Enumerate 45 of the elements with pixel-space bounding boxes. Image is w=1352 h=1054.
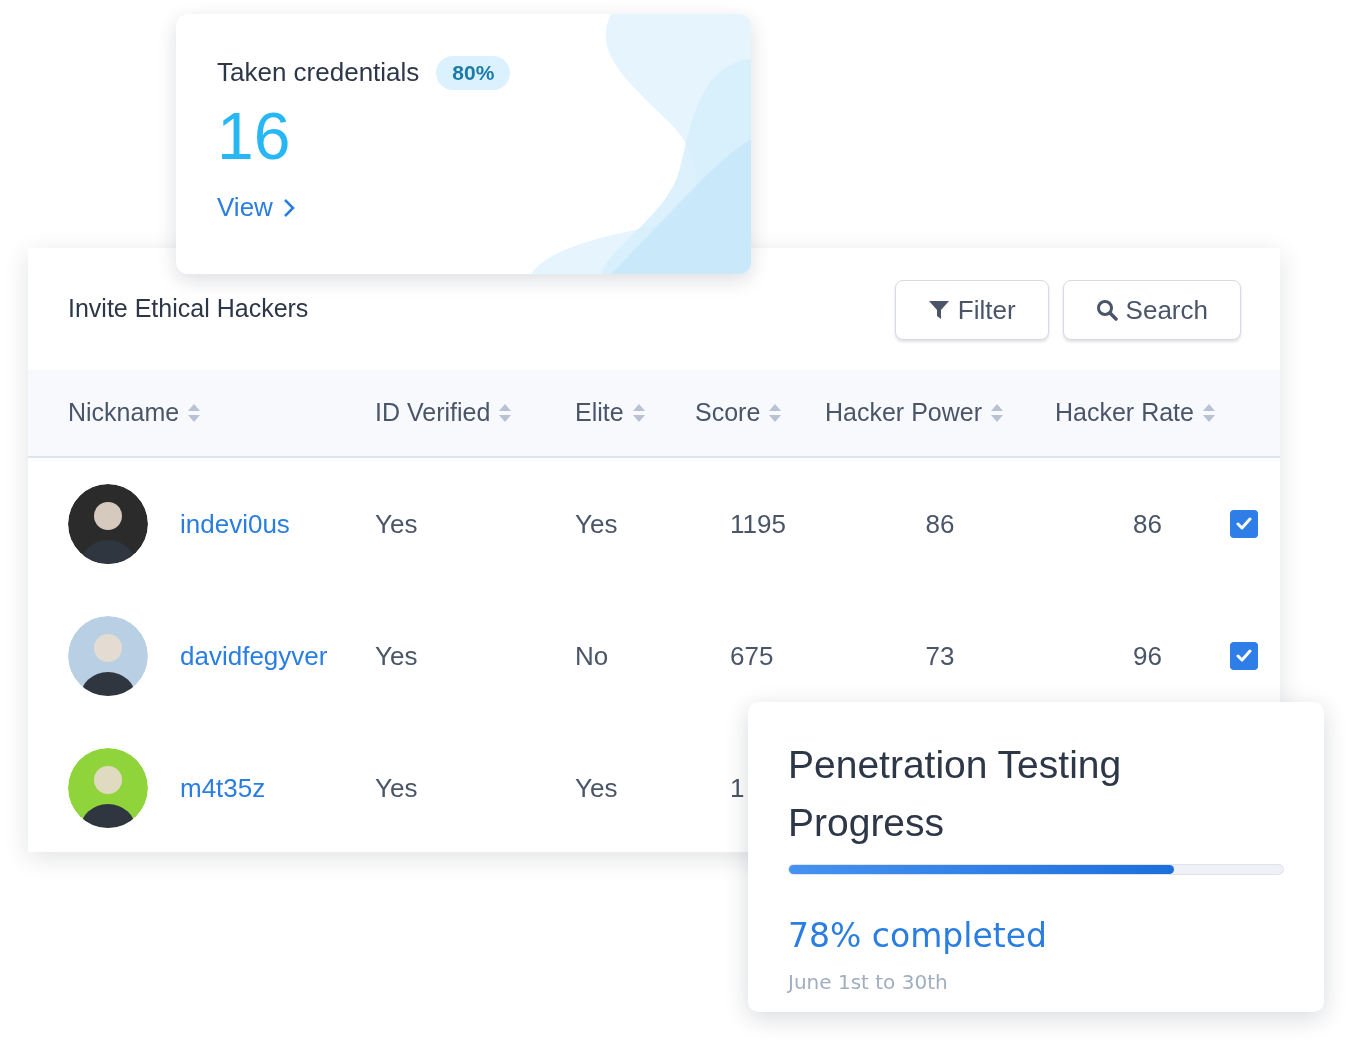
- date-range: June 1st to 30th: [788, 968, 948, 996]
- row-checkbox[interactable]: [1230, 642, 1258, 670]
- sort-icon[interactable]: [498, 403, 513, 423]
- progress-reading: 78% completed: [788, 915, 1047, 957]
- card-title: Invite Ethical Hackers: [68, 293, 309, 325]
- table-cell: 96: [1133, 640, 1162, 671]
- table-cell: No: [575, 640, 609, 671]
- checkmark-icon: [1236, 649, 1252, 663]
- table-cell: 73: [925, 640, 955, 671]
- card-title: Penetration Testing Progress: [788, 742, 1123, 846]
- table-cell: Yes: [575, 508, 618, 539]
- column-header[interactable]: Nickname: [68, 394, 375, 432]
- sort-icon[interactable]: [187, 403, 202, 423]
- filter-button[interactable]: Filter: [894, 280, 1049, 340]
- checkmark-icon: [1236, 517, 1252, 531]
- sort-icon[interactable]: [768, 403, 783, 423]
- table-cell: 86: [925, 508, 955, 539]
- card-title: Taken credentials: [217, 56, 420, 89]
- table-cell: Yes: [375, 772, 418, 803]
- nickname-link[interactable]: m4t35z: [180, 768, 266, 808]
- percent-badge: 80%: [436, 55, 511, 90]
- column-header[interactable]: Score: [695, 394, 825, 432]
- column-header[interactable]: Hacker Rate: [1055, 394, 1230, 432]
- view-link[interactable]: View: [217, 188, 295, 227]
- table-cell: Yes: [575, 772, 618, 803]
- column-header[interactable]: ID Verified: [375, 394, 575, 432]
- nickname-link[interactable]: davidfegyver: [180, 636, 328, 676]
- sort-icon[interactable]: [990, 403, 1004, 423]
- sort-icon[interactable]: [1201, 403, 1216, 423]
- table-cell: 675: [730, 640, 774, 671]
- nickname-link[interactable]: indevi0us: [180, 504, 290, 544]
- row-checkbox[interactable]: [1230, 510, 1258, 538]
- search-icon: [1095, 299, 1118, 321]
- table-cell: 1195: [730, 508, 786, 539]
- filter-icon: [927, 299, 950, 321]
- table-cell: Yes: [375, 508, 418, 539]
- table-cell: Yes: [375, 640, 418, 671]
- chevron-icon: [282, 197, 295, 218]
- sort-icon[interactable]: [631, 403, 646, 423]
- table-cell: 1: [730, 772, 745, 803]
- search-button[interactable]: Search: [1062, 280, 1241, 340]
- stat-value: 16: [217, 98, 292, 174]
- table-cell: 86: [1133, 508, 1162, 539]
- column-header[interactable]: Hacker Power: [825, 394, 1055, 432]
- column-header[interactable]: Elite: [575, 394, 695, 432]
